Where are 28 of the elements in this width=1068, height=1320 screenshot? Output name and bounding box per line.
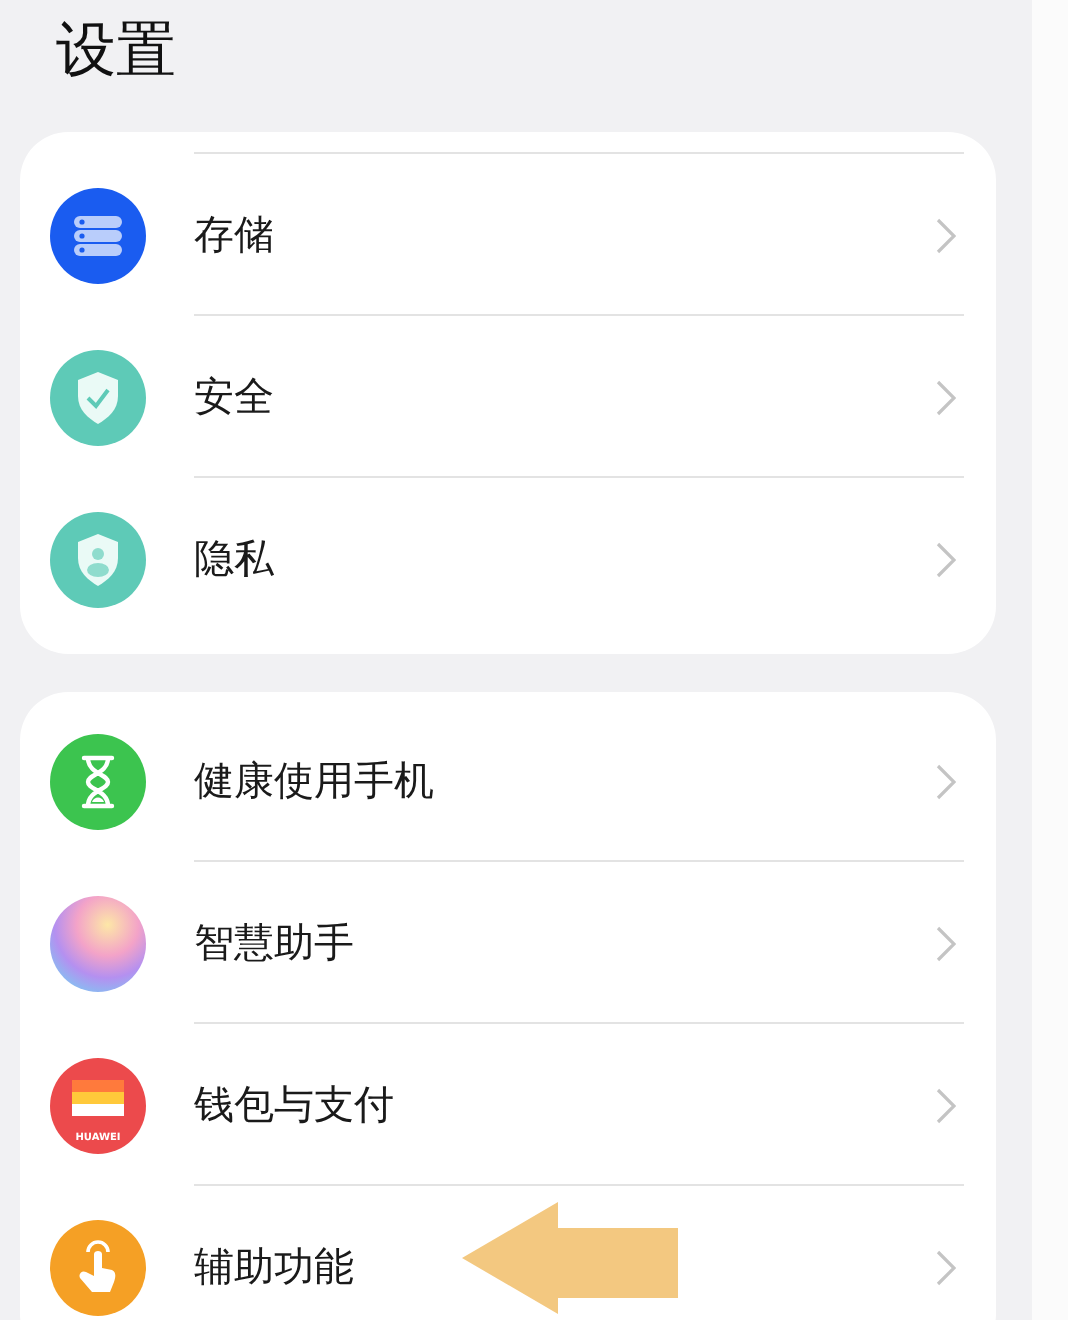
page-title: 设置 <box>54 14 178 90</box>
row-label: 隐私 <box>194 532 274 586</box>
row-label: 健康使用手机 <box>194 754 434 808</box>
chevron-icon <box>936 541 956 577</box>
chevron-icon <box>936 1087 956 1123</box>
stripes-icon <box>72 1079 124 1115</box>
hourglass-icon <box>50 733 146 829</box>
settings-row[interactable]: 健康使用手机 <box>50 700 964 862</box>
settings-row[interactable]: 智慧助手 <box>50 862 964 1024</box>
chevron-icon <box>936 925 956 961</box>
gradient-orb-icon <box>50 895 146 991</box>
settings-row[interactable]: 辅助功能 <box>50 1186 964 1320</box>
settings-row[interactable]: 安全 <box>50 316 964 478</box>
settings-row[interactable]: 隐私 <box>50 478 964 640</box>
chevron-icon <box>936 217 956 253</box>
chevron-icon <box>936 379 956 415</box>
chevron-icon <box>936 1249 956 1285</box>
row-label: 辅助功能 <box>194 1240 354 1294</box>
row-label: 智慧助手 <box>194 916 354 970</box>
chevron-icon <box>936 763 956 799</box>
hand-tap-icon <box>50 1219 146 1315</box>
storage-icon <box>50 187 146 283</box>
settings-row[interactable]: 存储 <box>50 154 964 316</box>
row-label: 存储 <box>194 208 274 262</box>
row-label: 安全 <box>194 370 274 424</box>
shield-check-icon <box>50 349 146 445</box>
shield-person-icon <box>50 511 146 607</box>
row-label: 钱包与支付 <box>194 1078 394 1132</box>
